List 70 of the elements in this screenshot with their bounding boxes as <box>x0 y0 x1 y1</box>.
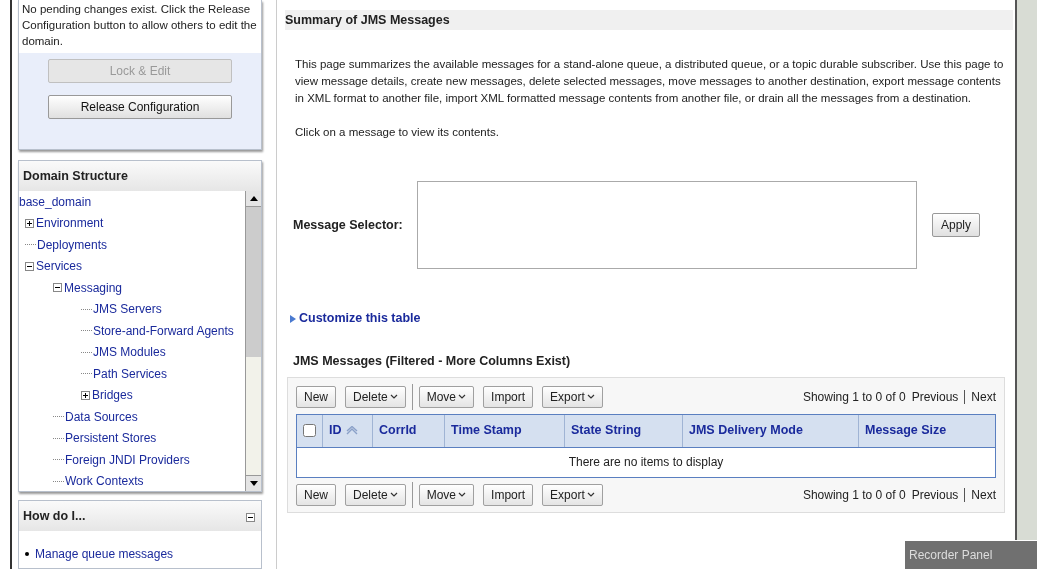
previous-link[interactable]: Previous <box>911 387 959 406</box>
hint-text: Click on a message to view its contents. <box>294 125 500 140</box>
paging-status: Showing 1 to 0 of 0 <box>802 388 906 406</box>
select-all-checkbox[interactable] <box>303 424 316 438</box>
tree-item[interactable]: Foreign JNDI Providers <box>65 450 190 469</box>
scrollbar[interactable] <box>245 191 261 491</box>
collapse-icon[interactable] <box>25 261 34 271</box>
recorder-panel[interactable]: Recorder Panel <box>905 541 1037 569</box>
panel-title: How do I... <box>23 507 86 525</box>
empty-table-message: There are no items to display <box>297 446 995 477</box>
expand-icon[interactable] <box>25 218 34 228</box>
scroll-down-icon <box>249 481 258 486</box>
previous-link[interactable]: Previous <box>911 485 959 504</box>
panel-title: Domain Structure <box>19 161 261 191</box>
field-label: Message Selector: <box>293 216 404 234</box>
change-center-message: No pending changes exist. Click the Release Configuration button to allow others to edit the domain. <box>19 0 261 53</box>
menu-button[interactable]: Delete <box>345 483 406 506</box>
menu-button[interactable]: Export <box>542 483 603 506</box>
next-link[interactable]: Next <box>971 387 996 406</box>
tree-item[interactable]: Messaging <box>64 278 123 297</box>
tree-item[interactable]: JMS Modules <box>93 343 166 362</box>
caret-icon <box>458 393 467 400</box>
toolbar-button[interactable]: New <box>296 483 336 506</box>
tree-item[interactable]: Deployments <box>37 235 108 254</box>
tree-item[interactable]: Environment <box>36 214 104 233</box>
release-configuration-button[interactable]: Release Configuration <box>48 95 232 119</box>
caret-icon <box>458 491 467 498</box>
paging-status: Showing 1 to 0 of 0 <box>802 486 906 504</box>
column-header[interactable]: CorrId <box>373 414 445 447</box>
tree-item[interactable]: Persistent Stores <box>65 429 157 448</box>
tree-item[interactable]: base_domain <box>19 192 92 211</box>
column-header[interactable]: State String <box>565 414 683 447</box>
collapse-icon[interactable] <box>53 283 62 293</box>
caret-icon <box>389 491 398 498</box>
help-link[interactable]: Manage queue messages <box>35 545 174 563</box>
tree-item[interactable]: Data Sources <box>65 407 138 426</box>
menu-button[interactable]: Export <box>542 385 603 408</box>
apply-button[interactable]: Apply <box>932 213 981 238</box>
tree-item[interactable]: Store-and-Forward Agents <box>93 321 234 340</box>
tree-item[interactable]: Services <box>36 257 82 276</box>
menu-button[interactable]: Delete <box>345 385 406 408</box>
caret-icon <box>586 393 595 400</box>
caret-icon <box>389 393 398 400</box>
collapse-icon[interactable] <box>246 513 255 522</box>
message-selector-field[interactable] <box>417 181 917 270</box>
tree-item[interactable]: Path Services <box>93 364 168 383</box>
scroll-up-icon <box>249 196 258 201</box>
tree-item[interactable]: JMS Servers <box>93 300 162 319</box>
caret-icon <box>586 491 595 498</box>
customize-table-link[interactable]: Customize this table <box>289 309 421 328</box>
sort-ascending-icon <box>345 426 358 436</box>
column-header[interactable]: ID <box>323 414 373 447</box>
tree-item[interactable]: Work Contexts <box>65 472 144 491</box>
table-title: JMS Messages (Filtered - More Columns Exist) <box>293 353 572 370</box>
page-title: Summary of JMS Messages <box>285 10 1013 30</box>
description-text: This page summarizes the available messages for a stand-alone queue, a distributed queue, or a topic durable subscriber. Use this page to view message details, create new messages, delete selected messages, move messages to another destination, export message contents in XML format to another file, import XML formatted message contents from another file, or drain all the messages from a destination. <box>294 57 1005 106</box>
column-header[interactable]: JMS Delivery Mode <box>683 414 859 447</box>
tree-item[interactable]: Bridges <box>92 386 133 405</box>
expand-icon[interactable] <box>81 390 90 400</box>
toolbar-button[interactable]: New <box>296 385 336 408</box>
column-header[interactable]: Message Size <box>859 414 995 447</box>
toolbar-button[interactable]: Import <box>483 385 534 408</box>
toolbar-button[interactable]: Import <box>483 483 534 506</box>
bullet-icon <box>25 552 29 556</box>
column-header[interactable]: Time Stamp <box>445 414 565 447</box>
menu-button[interactable]: Move <box>418 385 475 408</box>
next-link[interactable]: Next <box>971 485 996 504</box>
expand-triangle-icon <box>289 313 297 324</box>
menu-button[interactable]: Move <box>418 483 475 506</box>
vertical-scrollbar[interactable] <box>1015 0 1037 540</box>
